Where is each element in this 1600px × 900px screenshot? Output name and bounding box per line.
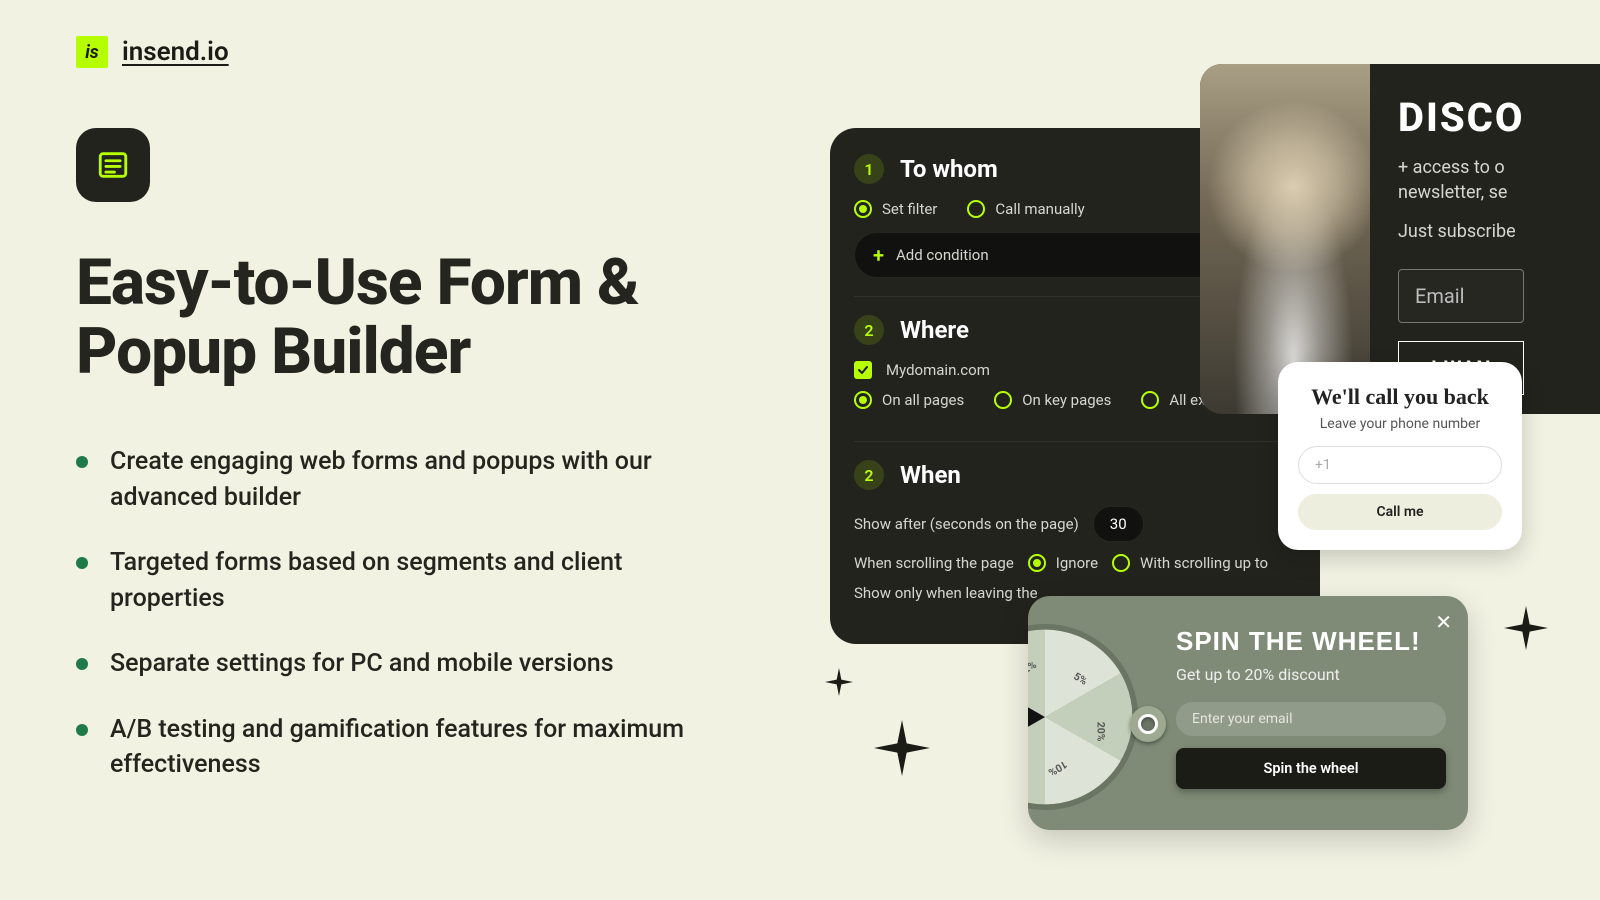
callback-title: We'll call you back [1298,384,1502,410]
bullet-dot-icon [76,724,88,736]
page-headline: Easy-to-Use Form & Popup Builder [76,248,716,386]
callback-submit-button[interactable]: Call me [1298,494,1502,530]
radio-label: Ignore [1056,554,1098,572]
wheel-segment-label: 20% [1094,722,1107,742]
radio-label: With scrolling up to [1140,554,1268,572]
radio-call-manually[interactable]: Call manually [967,200,1084,218]
bullet-text: Create engaging web forms and popups wit… [110,444,716,515]
radio-on-icon [854,200,872,218]
leave-label: Show only when leaving the [854,584,1038,602]
radio-off-icon [994,391,1012,409]
feature-bullets: Create engaging web forms and popups wit… [76,444,716,783]
spin-submit-button[interactable]: Spin the wheel [1176,748,1446,789]
form-icon [96,148,130,182]
builder-section-when: 2 When Show after (seconds on the page) … [854,460,1296,602]
add-condition-label: Add condition [896,246,989,264]
callback-subtitle: Leave your phone number [1298,416,1502,432]
section-number: 1 [854,154,884,184]
radio-label: Call manually [995,200,1084,218]
radio-label: Set filter [882,200,937,218]
plus-icon: + [873,245,884,265]
domain-label: Mydomain.com [886,361,990,379]
bullet-dot-icon [76,557,88,569]
radio-label: On key pages [1022,391,1111,409]
radio-all-pages[interactable]: On all pages [854,391,964,409]
radio-key-pages[interactable]: On key pages [994,391,1111,409]
callback-phone-input[interactable]: +1 [1298,446,1502,484]
sparkle-icon [825,668,853,696]
section-title: To whom [900,155,998,183]
show-after-input[interactable]: 30 [1093,506,1144,542]
spin-wheel-icon: 5% 20% 10% 5% Nope 2% [1028,622,1140,812]
radio-set-filter[interactable]: Set filter [854,200,937,218]
bullet-item: Separate settings for PC and mobile vers… [76,646,716,682]
brand-logo: is [76,36,108,68]
callback-popup-preview: We'll call you back Leave your phone num… [1278,362,1522,550]
discount-cta-text: Just subscribe [1398,219,1524,244]
section-number: 2 [854,315,884,345]
sparkle-icon [1504,606,1548,650]
radio-off-icon [1112,554,1130,572]
brand-name[interactable]: insend.io [122,37,229,67]
sparkle-icon [874,720,930,776]
spin-wheel-popup-preview: ✕ 5% 20% 10% 5% Nope 2% SPIN THE WHEEL! … [1028,596,1468,830]
bullet-item: Targeted forms based on segments and cli… [76,545,716,616]
radio-off-icon [1141,391,1159,409]
radio-off-icon [967,200,985,218]
radio-on-icon [1028,554,1046,572]
spin-subtitle: Get up to 20% discount [1176,665,1446,684]
scroll-label: When scrolling the page [854,554,1014,572]
bullet-dot-icon [76,456,88,468]
discount-email-input[interactable]: Email [1398,269,1524,323]
bullet-text: A/B testing and gamification features fo… [110,712,716,783]
discount-sub: + access to o newsletter, se [1398,155,1524,205]
domain-checkbox[interactable] [854,361,872,379]
check-icon [857,364,869,376]
section-title: When [900,461,961,489]
discount-title: DISCO [1398,94,1524,141]
bullet-item: Create engaging web forms and popups wit… [76,444,716,515]
radio-label: On all pages [882,391,964,409]
brand[interactable]: is insend.io [76,36,229,68]
radio-scroll-ignore[interactable]: Ignore [1028,554,1098,572]
bullet-dot-icon [76,658,88,670]
form-icon-tile [76,128,150,202]
bullet-text: Separate settings for PC and mobile vers… [110,646,614,682]
radio-scroll-with[interactable]: With scrolling up to [1112,554,1268,572]
spin-email-input[interactable]: Enter your email [1176,702,1446,736]
section-title: Where [900,316,969,344]
spin-title: SPIN THE WHEEL! [1176,626,1446,657]
wheel-knob-icon [1130,706,1166,742]
radio-on-icon [854,391,872,409]
show-after-label: Show after (seconds on the page) [854,515,1079,533]
bullet-item: A/B testing and gamification features fo… [76,712,716,783]
bullet-text: Targeted forms based on segments and cli… [110,545,716,616]
section-number: 2 [854,460,884,490]
